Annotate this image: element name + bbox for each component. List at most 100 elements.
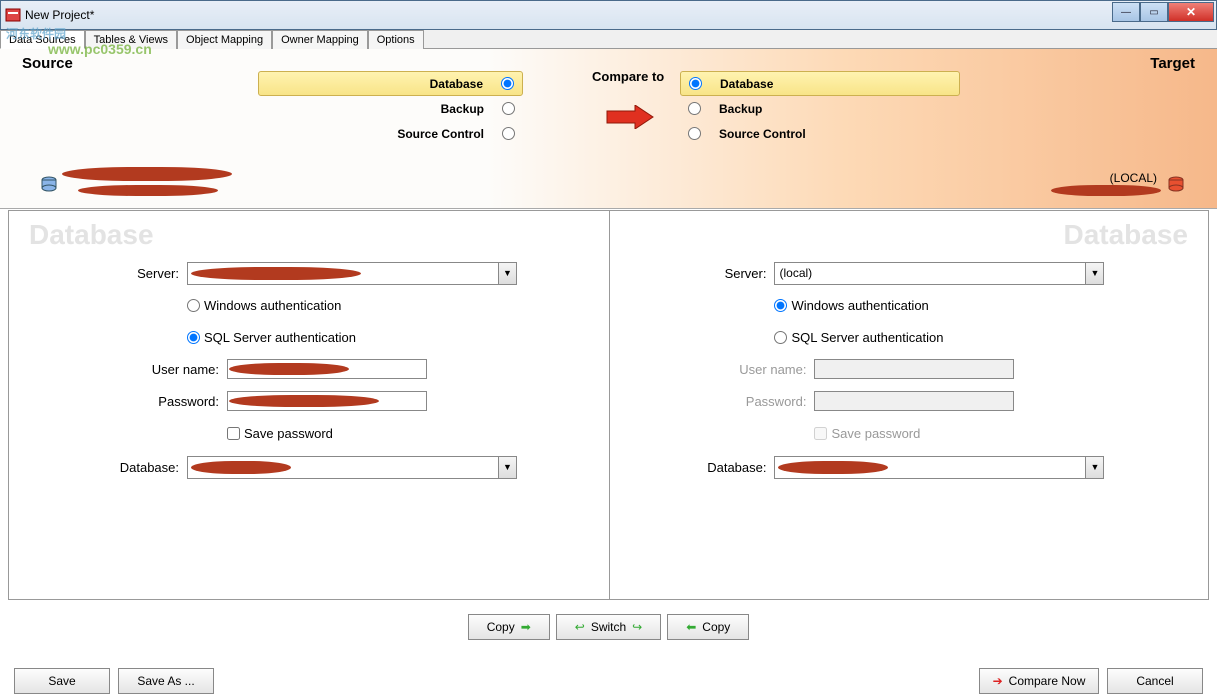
source-server-label: Server: <box>27 266 187 281</box>
redacted-source-server <box>62 167 232 181</box>
copy-switch-bar: Copy ➡ ↩ Switch ↪ ⬅ Copy <box>0 614 1217 640</box>
target-database-dropdown-icon[interactable]: ▼ <box>1085 457 1103 478</box>
redacted-source-server-input <box>191 267 361 280</box>
source-heading: Source <box>22 55 73 72</box>
target-server-value: (local) <box>775 266 1085 280</box>
source-db-heading: Database <box>29 219 154 251</box>
target-database-field-label: Database: <box>614 460 774 475</box>
copy-right-button[interactable]: Copy ➡ <box>468 614 550 640</box>
arrow-right-icon: ➡ <box>521 620 531 634</box>
source-password-label: Password: <box>27 394 227 409</box>
target-server-dropdown-icon[interactable]: ▼ <box>1085 263 1103 284</box>
target-form: Server: (local) ▼ Windows authentication… <box>614 261 1190 487</box>
save-button[interactable]: Save <box>14 668 110 694</box>
source-type-database-row[interactable]: Database <box>258 71 523 96</box>
arrow-left-icon: ⬅ <box>686 620 696 634</box>
save-as-label: Save As ... <box>137 674 194 688</box>
target-savepwd-label: Save password <box>831 426 920 441</box>
source-type-group: Database Backup Source Control <box>258 71 523 146</box>
target-database-label: Database <box>710 77 959 91</box>
target-sourcecontrol-radio[interactable] <box>688 127 701 140</box>
source-sqlauth-label: SQL Server authentication <box>204 330 356 345</box>
source-server-dropdown-icon[interactable]: ▼ <box>498 263 516 284</box>
target-server-display: (LOCAL) <box>1110 171 1157 185</box>
target-database-combo[interactable]: ▼ <box>774 456 1104 479</box>
close-button[interactable]: ✕ <box>1168 2 1214 22</box>
redacted-source-username <box>229 363 349 375</box>
switch-button[interactable]: ↩ Switch ↪ <box>556 614 661 640</box>
source-winauth-radio[interactable] <box>187 299 200 312</box>
compare-to-label: Compare to <box>592 69 664 84</box>
minimize-button[interactable]: — <box>1112 2 1140 22</box>
copy-left-button[interactable]: ⬅ Copy <box>667 614 749 640</box>
source-sourcecontrol-radio[interactable] <box>502 127 515 140</box>
window-title: New Project* <box>25 8 1212 22</box>
source-server-icon <box>40 175 58 193</box>
cancel-button[interactable]: Cancel <box>1107 668 1203 694</box>
source-database-dropdown-icon[interactable]: ▼ <box>498 457 516 478</box>
target-backup-label: Backup <box>709 102 960 116</box>
play-arrow-icon: ➔ <box>993 674 1003 688</box>
redacted-target-db <box>1051 185 1161 196</box>
target-server-combo[interactable]: (local) ▼ <box>774 262 1104 285</box>
target-savepwd-checkbox <box>814 427 827 440</box>
target-type-sourcecontrol-row[interactable]: Source Control <box>680 121 960 146</box>
tab-options[interactable]: Options <box>368 30 424 49</box>
switch-right-arrow-icon: ↪ <box>632 620 642 634</box>
target-winauth-label: Windows authentication <box>791 298 928 313</box>
target-database-radio[interactable] <box>689 77 702 90</box>
target-backup-radio[interactable] <box>688 102 701 115</box>
switch-left-arrow-icon: ↩ <box>575 620 585 634</box>
source-database-label: Database: <box>27 460 187 475</box>
target-sourcecontrol-label: Source Control <box>709 127 960 141</box>
redacted-source-db <box>78 185 218 196</box>
target-heading: Target <box>1150 55 1195 72</box>
copy-right-label: Copy <box>487 620 515 634</box>
source-type-sourcecontrol-row[interactable]: Source Control <box>258 121 523 146</box>
target-password-label: Password: <box>614 394 814 409</box>
source-server-combo[interactable]: ▼ <box>187 262 517 285</box>
target-type-backup-row[interactable]: Backup <box>680 96 960 121</box>
tab-object-mapping[interactable]: Object Mapping <box>177 30 272 49</box>
source-backup-label: Backup <box>258 102 494 116</box>
source-backup-radio[interactable] <box>502 102 515 115</box>
copy-left-label: Copy <box>702 620 730 634</box>
tab-owner-mapping[interactable]: Owner Mapping <box>272 30 368 49</box>
title-bar: New Project* — ▭ ✕ <box>0 0 1217 30</box>
target-type-database-row[interactable]: Database <box>680 71 960 96</box>
tab-tables-views[interactable]: Tables & Views <box>85 30 177 49</box>
maximize-button[interactable]: ▭ <box>1140 2 1168 22</box>
target-server-icon <box>1167 175 1185 193</box>
target-username-input <box>814 359 1014 379</box>
target-db-heading: Database <box>1063 219 1188 251</box>
source-savepwd-label: Save password <box>244 426 333 441</box>
target-winauth-radio[interactable] <box>774 299 787 312</box>
source-form: Server: ▼ Windows authentication SQL Ser… <box>27 261 603 487</box>
source-database-label: Database <box>259 77 493 91</box>
source-winauth-label: Windows authentication <box>204 298 341 313</box>
tab-data-sources[interactable]: Data Sources <box>0 30 85 49</box>
source-username-label: User name: <box>27 362 227 377</box>
redacted-source-database-input <box>191 461 291 474</box>
save-label: Save <box>48 674 75 688</box>
target-username-label: User name: <box>614 362 814 377</box>
target-server-label: Server: <box>614 266 774 281</box>
target-sqlauth-radio[interactable] <box>774 331 787 344</box>
app-icon <box>5 7 21 23</box>
cancel-label: Cancel <box>1136 674 1173 688</box>
source-database-combo[interactable]: ▼ <box>187 456 517 479</box>
save-as-button[interactable]: Save As ... <box>118 668 214 694</box>
tab-bar: Data Sources Tables & Views Object Mappi… <box>0 30 1217 49</box>
main-form-panel: Database Database Server: ▼ Windows auth… <box>8 210 1209 600</box>
source-database-radio[interactable] <box>501 77 514 90</box>
vertical-divider <box>609 211 610 599</box>
compare-now-button[interactable]: ➔ Compare Now <box>979 668 1099 694</box>
target-password-input <box>814 391 1014 411</box>
source-sqlauth-radio[interactable] <box>187 331 200 344</box>
footer-bar: Save Save As ... ➔ Compare Now Cancel <box>0 668 1217 694</box>
redacted-target-database-input <box>778 461 888 474</box>
redacted-source-password <box>229 395 379 407</box>
target-type-group: Database Backup Source Control <box>680 71 960 146</box>
source-type-backup-row[interactable]: Backup <box>258 96 523 121</box>
source-savepwd-checkbox[interactable] <box>227 427 240 440</box>
